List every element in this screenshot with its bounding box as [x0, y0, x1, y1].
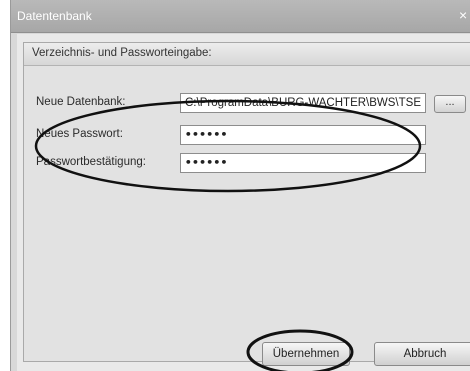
database-path-field[interactable]: C:\ProgramData\BURG-WACHTER\BWS\TSE	[180, 93, 426, 113]
cancel-button[interactable]: Abbruch	[374, 342, 470, 366]
dialog-window: Datentenbank × Verzeichnis- und Passwort…	[10, 0, 470, 371]
password-label: Neues Passwort:	[36, 128, 123, 140]
apply-button[interactable]: Übernehmen	[262, 342, 350, 366]
browse-button[interactable]: ...	[434, 95, 466, 113]
input-group: Verzeichnis- und Passworteingabe: Neue D…	[23, 42, 470, 366]
group-header: Verzeichnis- und Passworteingabe:	[24, 43, 470, 66]
group-title: Verzeichnis- und Passworteingabe:	[32, 47, 212, 59]
confirm-password-field[interactable]: ••••••	[180, 153, 426, 173]
confirm-password-label: Passwortbestätigung:	[36, 156, 146, 168]
title-bar: Datentenbank ×	[11, 0, 470, 33]
dialog-body: Verzeichnis- und Passworteingabe: Neue D…	[17, 34, 470, 371]
close-icon[interactable]: ×	[459, 7, 470, 23]
new-password-field[interactable]: ••••••	[180, 125, 426, 145]
window-title: Datentenbank	[17, 9, 92, 23]
database-label: Neue Datenbank:	[36, 96, 126, 108]
